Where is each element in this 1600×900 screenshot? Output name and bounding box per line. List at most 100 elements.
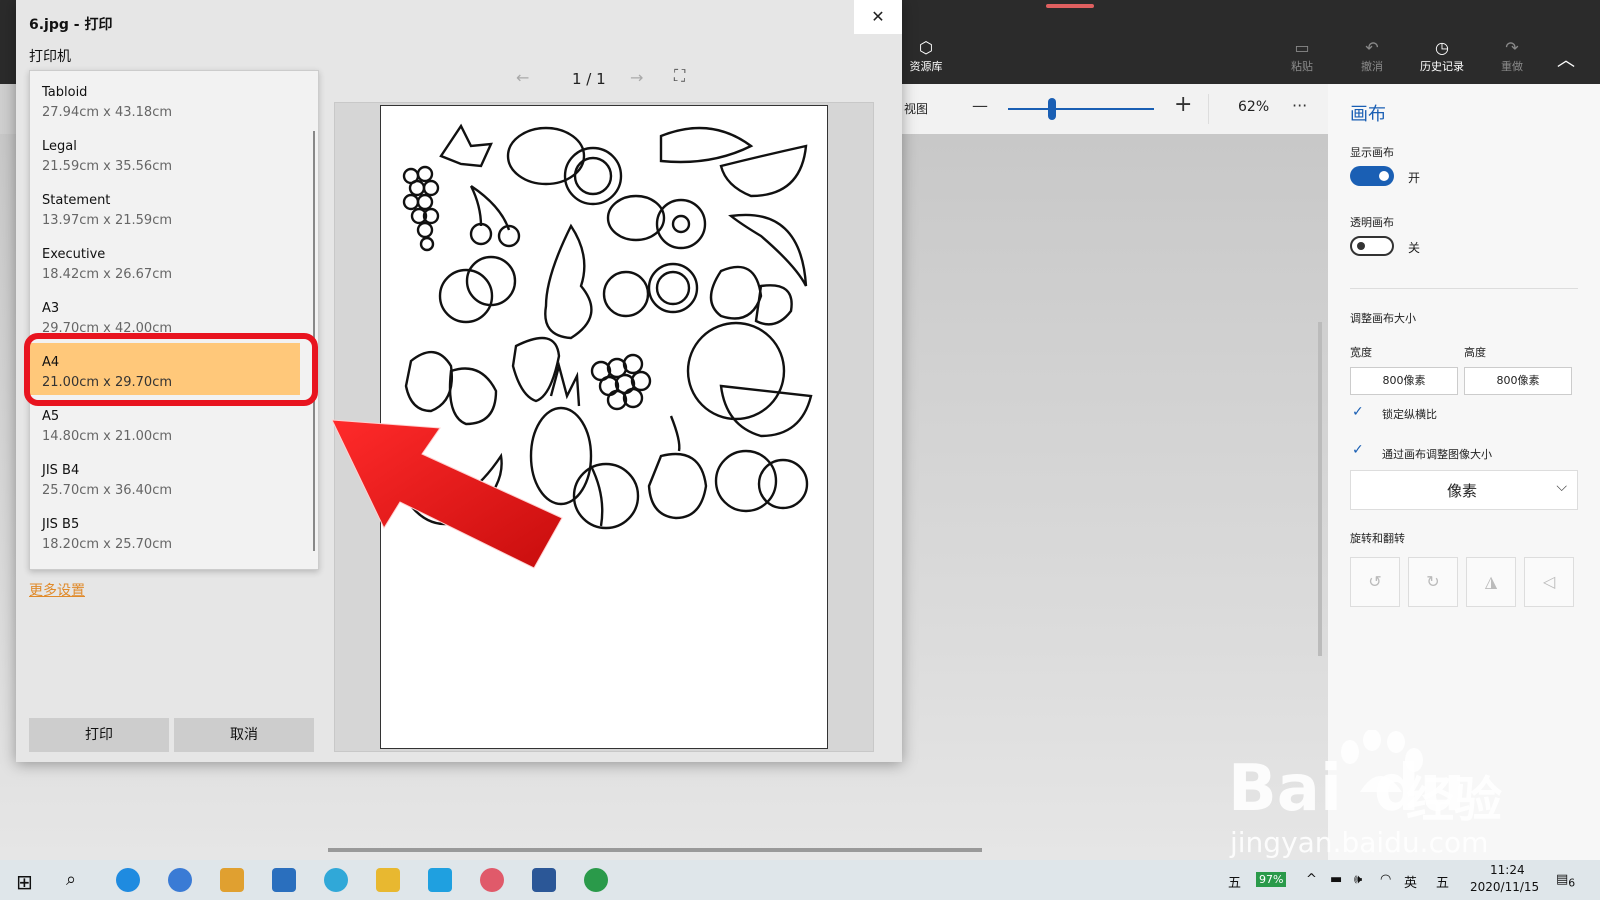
transparent-canvas-state: 关 <box>1408 241 1421 255</box>
mail-icon[interactable] <box>272 868 296 892</box>
zoom-percent: 62% <box>1238 99 1270 115</box>
option-name: Tabloid <box>42 85 88 100</box>
height-input[interactable]: 800像素 <box>1464 367 1572 395</box>
undo-icon: ↶ <box>1365 38 1379 57</box>
windows-start-icon[interactable]: ⊞ <box>16 870 33 894</box>
fit-page-icon[interactable]: ⛶ <box>674 66 685 86</box>
browser-icon[interactable] <box>584 868 608 892</box>
option-dims: 14.80cm x 21.00cm <box>42 429 173 444</box>
option-dims: 13.97cm x 21.59cm <box>42 213 173 228</box>
ime-mode-indicator[interactable]: 五 <box>1436 872 1449 891</box>
lock-aspect-label: 锁定纵横比 <box>1382 408 1437 421</box>
app-l-icon[interactable] <box>168 868 192 892</box>
canvas-scrollbar[interactable] <box>1318 322 1322 656</box>
option-dims: 18.42cm x 26.67cm <box>42 267 173 282</box>
cancel-button[interactable]: 取消 <box>174 718 314 752</box>
rotate-left-icon[interactable]: ↺ <box>1350 557 1400 607</box>
paper-option-legal[interactable]: Legal 21.59cm x 35.56cm <box>30 127 300 179</box>
paper-option-executive[interactable]: Executive 18.42cm x 26.67cm <box>30 235 300 287</box>
zoom-slider-thumb[interactable] <box>1047 98 1056 120</box>
unit-value: 像素 <box>1447 482 1478 500</box>
view-label[interactable]: 视图 <box>904 100 928 117</box>
volume-icon[interactable]: 🕪 <box>1354 872 1362 887</box>
transparent-canvas-label: 透明画布 <box>1350 216 1394 229</box>
option-name: Statement <box>42 193 111 208</box>
next-page-icon[interactable]: → <box>630 68 643 87</box>
redo-label: 重做 <box>1501 60 1523 73</box>
printer-label: 打印机 <box>29 49 71 65</box>
option-name: A5 <box>42 409 60 424</box>
paint3d-icon[interactable] <box>480 868 504 892</box>
lock-aspect-checkbox[interactable]: ✓ <box>1352 404 1364 420</box>
horizontal-scrollbar[interactable] <box>328 848 982 852</box>
undo-button[interactable]: ↶ 撤消 <box>1342 38 1402 74</box>
watermark-url: jingyan.baidu.com <box>1230 826 1489 859</box>
option-name: JIS B4 <box>42 463 80 478</box>
resize-canvas-label: 调整画布大小 <box>1350 312 1416 325</box>
zoom-slider[interactable] <box>1008 108 1154 110</box>
paper-option-jis-b5[interactable]: JIS B5 18.20cm x 25.70cm <box>30 505 300 557</box>
chevron-down-icon: ⌵ <box>1556 479 1567 495</box>
notification-icon[interactable]: ▤6 <box>1556 872 1575 890</box>
zoom-out-button[interactable]: — <box>972 96 988 115</box>
redo-button[interactable]: ↷ 重做 <box>1482 38 1542 74</box>
paste-button[interactable]: ▭ 粘贴 <box>1272 38 1332 74</box>
edge-icon[interactable] <box>116 868 140 892</box>
prev-page-icon[interactable]: ← <box>516 68 529 87</box>
option-dims: 21.59cm x 35.56cm <box>42 159 173 174</box>
zoom-in-button[interactable]: + <box>1174 92 1192 117</box>
option-name: Executive <box>42 247 106 262</box>
paste-icon: ▭ <box>1294 38 1310 57</box>
rotate-right-icon[interactable]: ↻ <box>1408 557 1458 607</box>
panel-title: 画布 <box>1350 104 1386 125</box>
history-button[interactable]: ◷ 历史记录 <box>1412 38 1472 74</box>
flip-horizontal-icon[interactable]: ◮ <box>1466 557 1516 607</box>
battery-icon[interactable]: ▬ <box>1330 872 1342 887</box>
flip-vertical-icon[interactable]: ◁ <box>1524 557 1574 607</box>
window-indicator <box>1046 4 1094 8</box>
show-canvas-state: 开 <box>1408 171 1421 185</box>
print-button[interactable]: 打印 <box>29 718 169 752</box>
collapse-toolbar-button[interactable]: ︿ <box>1546 46 1586 72</box>
show-canvas-toggle[interactable] <box>1350 166 1394 186</box>
history-icon: ◷ <box>1435 38 1449 57</box>
close-icon[interactable]: ✕ <box>854 0 902 34</box>
battery-indicator[interactable]: 97% <box>1256 872 1287 887</box>
option-name: A3 <box>42 301 60 316</box>
height-label: 高度 <box>1464 346 1486 359</box>
option-dims: 18.20cm x 25.70cm <box>42 537 173 552</box>
width-input[interactable]: 800像素 <box>1350 367 1458 395</box>
paper-option-jis-b4[interactable]: JIS B4 25.70cm x 36.40cm <box>30 451 300 503</box>
ie-icon[interactable] <box>324 868 348 892</box>
wifi-icon[interactable]: ◠ <box>1380 872 1391 887</box>
option-name: JIS B5 <box>42 517 80 532</box>
ime-indicator[interactable]: 五 <box>1228 872 1241 891</box>
transparent-canvas-toggle[interactable] <box>1350 236 1394 256</box>
show-canvas-label: 显示画布 <box>1350 146 1394 159</box>
paw-icon <box>1341 730 1423 792</box>
file-explorer-icon[interactable] <box>376 868 400 892</box>
store-icon[interactable] <box>428 868 452 892</box>
highlight-annotation <box>24 333 318 406</box>
redo-icon: ↷ <box>1505 38 1519 57</box>
chevron-up-icon[interactable]: ^ <box>1306 872 1317 887</box>
resize-image-label: 通过画布调整图像大小 <box>1382 448 1492 461</box>
clock-date[interactable]: 2020/11/15 <box>1470 880 1539 894</box>
library-button[interactable]: ⬡ 资源库 <box>896 38 956 74</box>
more-settings-link[interactable]: 更多设置 <box>29 580 85 600</box>
paper-option-tabloid[interactable]: Tabloid 27.94cm x 43.18cm <box>30 73 300 125</box>
language-indicator[interactable]: 英 <box>1404 872 1417 891</box>
qq-icon[interactable] <box>220 868 244 892</box>
more-options-button[interactable]: ··· <box>1292 96 1307 115</box>
paper-size-dropdown[interactable]: Tabloid 27.94cm x 43.18cm Legal 21.59cm x … <box>29 70 319 570</box>
search-icon[interactable]: ⌕ <box>66 869 76 890</box>
unit-select[interactable]: 像素 ⌵ <box>1350 470 1578 510</box>
paper-option-statement[interactable]: Statement 13.97cm x 21.59cm <box>30 181 300 233</box>
resize-image-checkbox[interactable]: ✓ <box>1352 442 1364 458</box>
red-arrow-annotation <box>332 419 563 569</box>
rotate-flip-label: 旋转和翻转 <box>1350 532 1405 545</box>
undo-label: 撤消 <box>1361 60 1383 73</box>
word-icon[interactable] <box>532 868 556 892</box>
taskbar: ⊞ ⌕ 五 97% ^ ▬ 🕪 ◠ 英 五 11:24 2020/11/15 ▤… <box>0 860 1600 900</box>
clock-time[interactable]: 11:24 <box>1490 863 1525 877</box>
